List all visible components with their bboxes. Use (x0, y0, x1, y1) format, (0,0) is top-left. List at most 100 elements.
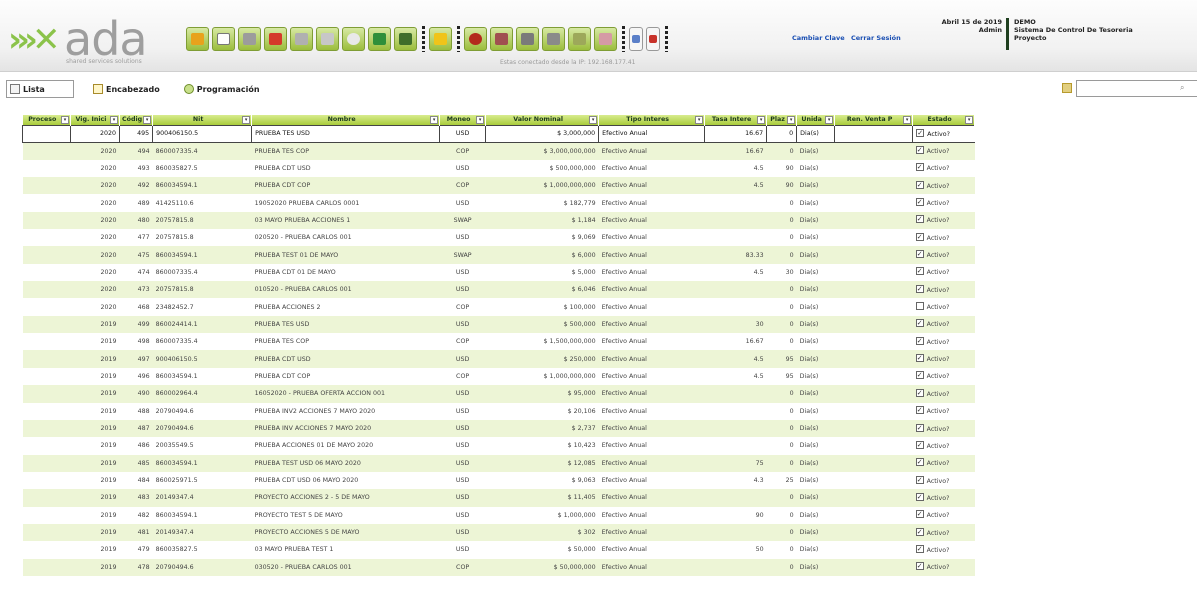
table-row[interactable]: 2020 492 860034594.1 PRUEBA CDT COP COP $ 1,0… (22, 177, 975, 195)
active-checkbox[interactable]: ✓ (915, 215, 924, 224)
estado-cell[interactable]: ✓ Activo? (912, 350, 975, 368)
column-filter-dropdown-icon[interactable]: ▾ (143, 116, 152, 124)
column-filter-dropdown-icon[interactable]: ▾ (825, 116, 834, 124)
active-checkbox[interactable]: ✓ (915, 544, 924, 553)
active-checkbox[interactable]: ✓ (915, 284, 924, 293)
estado-cell[interactable]: ✓ Activo? (912, 177, 975, 195)
estado-cell[interactable]: ✓ Activo? (912, 159, 975, 178)
column-header[interactable]: Proceso ▾ (22, 115, 71, 125)
table-row[interactable]: 2019 486 20035549.5 PRUEBA ACCIONES 01 DE M… (22, 437, 975, 455)
grid-icon[interactable] (629, 27, 643, 51)
table-row[interactable]: 2020 493 860035827.5 PRUEBA CDT USD USD $ 500… (22, 159, 975, 178)
undo-icon[interactable] (290, 27, 313, 51)
estado-cell[interactable]: Activo? (912, 298, 975, 316)
column-filter-dropdown-icon[interactable]: ▾ (757, 116, 766, 124)
active-checkbox[interactable]: ✓ (915, 475, 924, 484)
column-header[interactable]: Nit ▾ (152, 115, 253, 125)
active-checkbox[interactable]: ✓ (915, 440, 924, 449)
estado-cell[interactable]: ✓ Activo? (912, 385, 975, 403)
estado-cell[interactable]: ✓ Activo? (912, 229, 975, 247)
image-icon[interactable] (490, 27, 513, 51)
column-header[interactable]: Tipo Interes ▾ (598, 115, 706, 125)
attachment-icon[interactable] (568, 27, 591, 51)
table-row[interactable]: 2019 488 20790494.6 PRUEBA INV2 ACCIONES 7 … (22, 402, 975, 420)
column-header[interactable]: Unida ▾ (796, 115, 836, 125)
active-checkbox[interactable]: ✓ (915, 267, 924, 276)
column-header[interactable]: Códig ▾ (119, 115, 154, 125)
column-filter-dropdown-icon[interactable]: ▾ (61, 116, 69, 124)
active-checkbox[interactable]: ✓ (916, 128, 925, 137)
active-checkbox[interactable]: ✓ (915, 180, 924, 189)
list-icon[interactable] (542, 27, 565, 51)
table-row[interactable]: 2019 490 860002964.4 16052020 - PRUEBA OFER… (22, 385, 975, 403)
active-checkbox[interactable]: ✓ (915, 510, 924, 519)
active-checkbox[interactable]: ✓ (915, 354, 924, 363)
table-row[interactable]: 2019 481 20149347.4 PROYECTO ACCIONES 5 DE … (22, 523, 975, 542)
column-header[interactable]: Nombre ▾ (251, 115, 441, 125)
table-row[interactable]: 2019 483 20149347.4 PROYECTO ACCIONES 2 - 5… (22, 489, 975, 507)
estado-cell[interactable]: ✓ Activo? (912, 315, 975, 334)
filter-icon[interactable] (1062, 83, 1072, 93)
column-filter-dropdown-icon[interactable]: ▾ (787, 116, 796, 124)
edit-icon[interactable] (186, 27, 209, 51)
active-checkbox[interactable]: ✓ (915, 250, 924, 259)
active-checkbox[interactable]: ✓ (915, 371, 924, 380)
estado-cell[interactable]: ✓ Activo? (912, 142, 975, 160)
active-checkbox[interactable]: ✓ (915, 527, 924, 536)
table-row[interactable]: 2019 479 860035827.5 03 MAYO PRUEBA TEST 1U… (22, 541, 975, 559)
export-excel-icon[interactable] (368, 27, 391, 51)
estado-cell[interactable]: ✓ Activo? (912, 523, 975, 542)
search-input[interactable] (1076, 80, 1197, 97)
column-header[interactable]: Ren. Venta P ▾ (834, 115, 914, 125)
active-checkbox[interactable]: ✓ (915, 198, 924, 207)
column-filter-dropdown-icon[interactable]: ▾ (242, 116, 251, 124)
estado-cell[interactable]: ✓ Activo? (912, 124, 975, 143)
active-checkbox[interactable]: ✓ (915, 423, 924, 432)
table-row[interactable]: 2020 473 20757815.8 010520 - PRUEBA CARLOS … (22, 281, 975, 299)
estado-cell[interactable]: ✓ Activo? (912, 246, 975, 264)
report-icon[interactable] (594, 27, 617, 51)
folder-icon[interactable] (429, 27, 452, 51)
estado-cell[interactable]: ✓ Activo? (912, 541, 975, 559)
active-checkbox[interactable]: ✓ (915, 388, 924, 397)
estado-cell[interactable]: ✓ Activo? (912, 263, 975, 282)
save-icon[interactable] (238, 27, 261, 51)
column-filter-dropdown-icon[interactable]: ▾ (110, 116, 118, 124)
table-row[interactable]: 2020 489 41425110.6 19052020 PRUEBA CARLOS … (22, 194, 975, 212)
active-checkbox[interactable]: ✓ (915, 319, 924, 328)
column-filter-dropdown-icon[interactable]: ▾ (589, 116, 598, 124)
estado-cell[interactable]: ✓ Activo? (912, 402, 975, 420)
import-icon[interactable] (394, 27, 417, 51)
estado-cell[interactable]: ✓ Activo? (912, 367, 975, 386)
active-checkbox[interactable]: ✓ (915, 336, 924, 345)
estado-cell[interactable]: ✓ Activo? (912, 333, 975, 351)
estado-cell[interactable]: ✓ Activo? (912, 471, 975, 490)
column-filter-dropdown-icon[interactable]: ▾ (695, 116, 704, 124)
active-checkbox[interactable]: ✓ (915, 492, 924, 501)
table-row[interactable]: 2019 497 900406150.5 PRUEBA CDT USD USD $ 250… (22, 350, 975, 368)
table-row[interactable]: 2019 484 860025971.5 PRUEBA CDT USD 06 MAYO… (22, 471, 975, 490)
table-row[interactable]: 2020 477 20757815.8 020520 - PRUEBA CARLOS … (22, 229, 975, 247)
estado-cell[interactable]: ✓ Activo? (912, 437, 975, 455)
table-row[interactable]: 2020 480 20757815.8 03 MAYO PRUEBA ACCIONES… (22, 211, 975, 230)
table-row[interactable]: 2019 498 860007335.4 PRUEBA TES COP COP $ 1,5… (22, 333, 975, 351)
column-header[interactable]: Tasa Intere ▾ (704, 115, 768, 125)
change-password-link[interactable]: Cambiar Clave (792, 34, 845, 42)
estado-cell[interactable]: ✓ Activo? (912, 489, 975, 507)
tab-lista[interactable]: Lista (6, 80, 74, 98)
table-row[interactable]: 2019 487 20790494.6 PRUEBA INV ACCIONES 7 M… (22, 419, 975, 438)
column-filter-dropdown-icon[interactable]: ▾ (965, 116, 974, 124)
active-checkbox[interactable]: ✓ (915, 562, 924, 571)
table-row[interactable]: 2020 474 860007335.4 PRUEBA CDT 01 DE MAYO U… (22, 263, 975, 282)
column-header[interactable]: Vig. Inici ▾ (70, 115, 120, 125)
active-checkbox[interactable] (915, 302, 924, 311)
delete-icon[interactable] (264, 27, 287, 51)
flag-icon[interactable] (646, 27, 660, 51)
estado-cell[interactable]: ✓ Activo? (912, 211, 975, 230)
new-document-icon[interactable] (212, 27, 235, 51)
estado-cell[interactable]: ✓ Activo? (912, 281, 975, 299)
table-row[interactable]: 2019 496 860034594.1 PRUEBA CDT COP COP $ 1,0… (22, 367, 975, 386)
column-header[interactable]: Plaz ▾ (766, 115, 798, 125)
table-row[interactable]: 2019 478 20790494.6 030520 - PRUEBA CARLOS … (22, 558, 975, 576)
estado-cell[interactable]: ✓ Activo? (912, 558, 975, 576)
